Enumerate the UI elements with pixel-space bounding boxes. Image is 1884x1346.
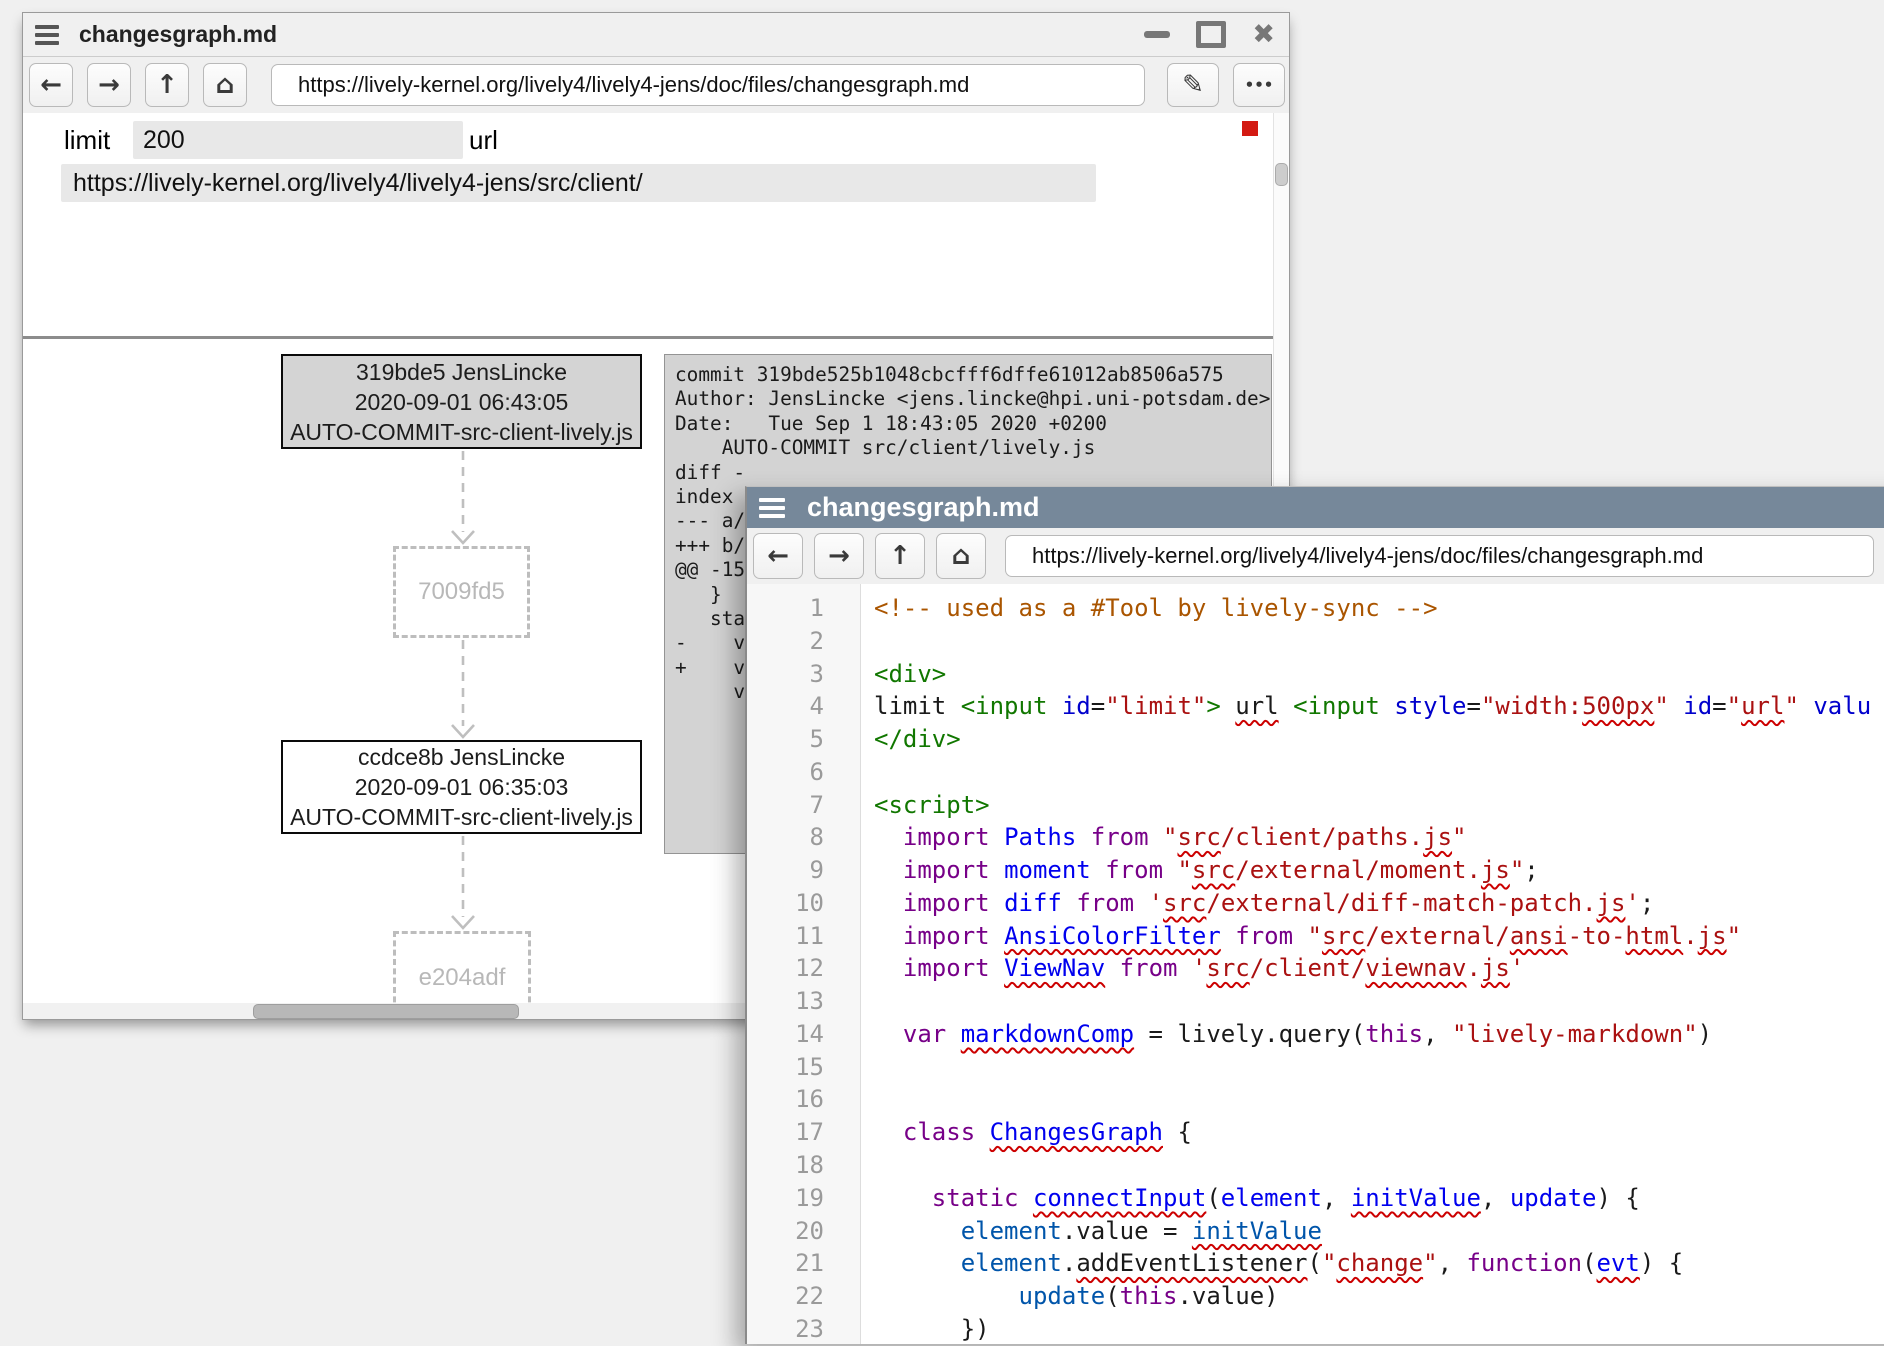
modified-indicator bbox=[1242, 121, 1258, 136]
back-button[interactable]: ← bbox=[29, 63, 73, 107]
code-line[interactable] bbox=[874, 1083, 1884, 1116]
commit-node[interactable]: 319bde5 JensLincke2020-09-01 06:43:05AUT… bbox=[281, 354, 642, 449]
line-number: 18 bbox=[747, 1149, 860, 1182]
graph-url-input[interactable] bbox=[61, 164, 1096, 202]
tool-form-pane: limit url bbox=[23, 113, 1274, 313]
code-line[interactable] bbox=[874, 625, 1884, 658]
code-editor[interactable]: 1234567891011121314151617181920212223 <!… bbox=[747, 584, 1884, 1344]
commit-node[interactable]: ccdce8b JensLincke2020-09-01 06:35:03AUT… bbox=[281, 740, 642, 834]
code-line[interactable]: update(this.value) bbox=[874, 1280, 1884, 1313]
window-title: changesgraph.md bbox=[807, 492, 1040, 523]
code-line[interactable]: import ViewNav from 'src/client/viewnav.… bbox=[874, 952, 1884, 985]
commit-stub-node[interactable]: e204adf bbox=[393, 931, 531, 1003]
code-line[interactable]: import AnsiColorFilter from "src/externa… bbox=[874, 920, 1884, 953]
line-number: 23 bbox=[747, 1313, 860, 1346]
line-number: 2 bbox=[747, 625, 860, 658]
close-icon[interactable]: ✖ bbox=[1252, 25, 1275, 45]
code-line[interactable]: }) bbox=[874, 1313, 1884, 1344]
horizontal-scrollbar-thumb[interactable] bbox=[253, 1004, 519, 1019]
back-window-titlebar[interactable]: changesgraph.md ✖ bbox=[23, 13, 1289, 57]
line-number: 8 bbox=[747, 821, 860, 854]
code-line[interactable]: limit <input id="limit"> url <input styl… bbox=[874, 690, 1884, 723]
code-pane[interactable]: <!-- used as a #Tool by lively-sync --> <… bbox=[861, 584, 1884, 1344]
desktop: { "colors":{ "desktop_bg":"#f0f0f0", "fr… bbox=[0, 0, 1884, 1323]
limit-input[interactable] bbox=[133, 121, 463, 159]
up-button[interactable]: ↑ bbox=[875, 533, 925, 579]
graph-arrow bbox=[447, 451, 479, 546]
code-line[interactable]: element.value = initValue bbox=[874, 1215, 1884, 1248]
line-number: 10 bbox=[747, 887, 860, 920]
diff-line: AUTO-COMMIT src/client/lively.js bbox=[675, 436, 1271, 460]
line-number: 4 bbox=[747, 690, 860, 723]
limit-label: limit bbox=[64, 121, 110, 159]
code-line[interactable]: </div> bbox=[874, 723, 1884, 756]
line-number: 22 bbox=[747, 1280, 860, 1313]
line-number: 21 bbox=[747, 1247, 860, 1280]
home-button[interactable]: ⌂ bbox=[203, 63, 247, 107]
code-line[interactable] bbox=[874, 1051, 1884, 1084]
code-line[interactable]: import diff from 'src/external/diff-matc… bbox=[874, 887, 1884, 920]
code-line[interactable]: var markdownComp = lively.query(this, "l… bbox=[874, 1018, 1884, 1051]
minimize-icon[interactable] bbox=[1144, 31, 1170, 38]
url-label: url bbox=[469, 121, 498, 159]
line-number: 12 bbox=[747, 952, 860, 985]
code-line[interactable] bbox=[874, 1149, 1884, 1182]
line-number: 20 bbox=[747, 1215, 860, 1248]
front-window: changesgraph.md ← → ↑ ⌂ 1234567891011121… bbox=[745, 486, 1884, 1344]
line-number: 6 bbox=[747, 756, 860, 789]
line-number: 9 bbox=[747, 854, 860, 887]
hamburger-icon[interactable] bbox=[759, 498, 785, 518]
code-line[interactable]: <div> bbox=[874, 658, 1884, 691]
code-line[interactable] bbox=[874, 756, 1884, 789]
up-button[interactable]: ↑ bbox=[145, 63, 189, 107]
graph-arrow bbox=[447, 836, 479, 931]
edit-pencil-button[interactable]: ✎ bbox=[1167, 63, 1219, 107]
code-line[interactable]: import Paths from "src/client/paths.js" bbox=[874, 821, 1884, 854]
code-line[interactable] bbox=[874, 985, 1884, 1018]
line-number: 11 bbox=[747, 920, 860, 953]
line-number-gutter: 1234567891011121314151617181920212223 bbox=[747, 584, 861, 1344]
diff-line: Date: Tue Sep 1 18:43:05 2020 +0200 bbox=[675, 412, 1271, 436]
line-number: 14 bbox=[747, 1018, 860, 1051]
line-number: 3 bbox=[747, 658, 860, 691]
url-input[interactable] bbox=[271, 64, 1145, 106]
maximize-icon[interactable] bbox=[1196, 21, 1226, 48]
graph-arrow bbox=[447, 640, 479, 740]
code-line[interactable]: <script> bbox=[874, 789, 1884, 822]
diff-line: Author: JensLincke <jens.lincke@hpi.uni-… bbox=[675, 387, 1271, 411]
code-line[interactable]: class ChangesGraph { bbox=[874, 1116, 1884, 1149]
more-button[interactable]: ••• bbox=[1233, 63, 1285, 107]
code-line[interactable]: element.addEventListener("change", funct… bbox=[874, 1247, 1884, 1280]
code-line[interactable]: static connectInput(element, initValue, … bbox=[874, 1182, 1884, 1215]
nav-toolbar: ← → ↑ ⌂ bbox=[747, 528, 1884, 585]
line-number: 16 bbox=[747, 1083, 860, 1116]
line-number: 19 bbox=[747, 1182, 860, 1215]
commit-stub-node[interactable]: 7009fd5 bbox=[393, 546, 530, 638]
url-input[interactable] bbox=[1005, 535, 1874, 577]
home-button[interactable]: ⌂ bbox=[936, 533, 986, 579]
nav-toolbar: ← → ↑ ⌂ ✎ ••• bbox=[23, 57, 1289, 114]
line-number: 13 bbox=[747, 985, 860, 1018]
diff-line: commit 319bde525b1048cbcfff6dffe61012ab8… bbox=[675, 363, 1271, 387]
window-title: changesgraph.md bbox=[79, 21, 277, 48]
line-number: 7 bbox=[747, 789, 860, 822]
code-line[interactable]: import moment from "src/external/moment.… bbox=[874, 854, 1884, 887]
line-number: 17 bbox=[747, 1116, 860, 1149]
back-button[interactable]: ← bbox=[753, 533, 803, 579]
line-number: 5 bbox=[747, 723, 860, 756]
vertical-scrollbar-thumb[interactable] bbox=[1275, 163, 1288, 186]
hamburger-icon[interactable] bbox=[35, 25, 59, 45]
code-line[interactable]: <!-- used as a #Tool by lively-sync --> bbox=[874, 592, 1884, 625]
forward-button[interactable]: → bbox=[814, 533, 864, 579]
front-window-titlebar[interactable]: changesgraph.md bbox=[747, 487, 1884, 528]
line-number: 15 bbox=[747, 1051, 860, 1084]
diff-line: diff - bbox=[675, 461, 1271, 485]
forward-button[interactable]: → bbox=[87, 63, 131, 107]
line-number: 1 bbox=[747, 592, 860, 625]
